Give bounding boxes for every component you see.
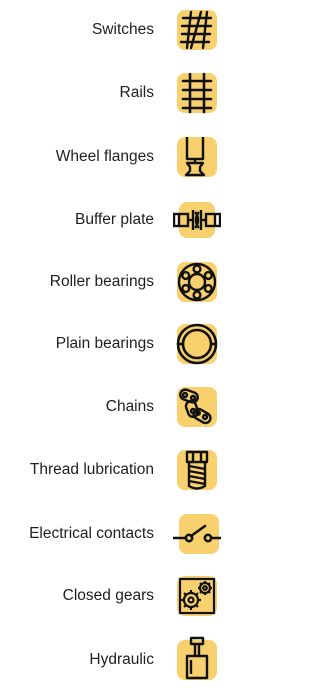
list-item-switches[interactable]: Switches bbox=[0, 6, 250, 54]
chain-icon bbox=[173, 383, 221, 431]
gearbox-icon bbox=[173, 572, 221, 620]
list-item-closed-gears[interactable]: Closed gears bbox=[0, 572, 250, 620]
item-label: Thread lubrication bbox=[29, 461, 154, 478]
item-label: Chains bbox=[105, 398, 154, 415]
item-label: Rails bbox=[119, 84, 154, 101]
list-item-plain-bearings[interactable]: Plain bearings bbox=[0, 320, 250, 368]
buffer-plate-icon bbox=[173, 196, 221, 244]
item-label: Hydraulic bbox=[89, 651, 154, 668]
item-label: Electrical contacts bbox=[29, 525, 154, 542]
hydraulic-cylinder-icon bbox=[173, 636, 221, 684]
roller-bearing-icon bbox=[173, 258, 221, 306]
item-label: Buffer plate bbox=[75, 211, 154, 228]
item-label: Closed gears bbox=[62, 587, 154, 604]
electrical-switch-icon bbox=[173, 510, 221, 558]
list-item-rails[interactable]: Rails bbox=[0, 69, 250, 117]
item-label: Switches bbox=[91, 21, 154, 38]
item-label: Plain bearings bbox=[55, 335, 154, 352]
list-item-roller-bearings[interactable]: Roller bearings bbox=[0, 258, 250, 306]
list-item-chains[interactable]: Chains bbox=[0, 383, 250, 431]
list-item-electrical-contacts[interactable]: Electrical contacts bbox=[0, 510, 250, 558]
bolt-thread-icon bbox=[173, 446, 221, 494]
plain-bearing-icon bbox=[173, 320, 221, 368]
switches-icon bbox=[173, 6, 221, 54]
list-item-thread-lubrication[interactable]: Thread lubrication bbox=[0, 446, 250, 494]
item-label: Roller bearings bbox=[49, 273, 154, 290]
list-item-wheel-flanges[interactable]: Wheel flanges bbox=[0, 133, 250, 181]
wheel-flange-icon bbox=[173, 133, 221, 181]
item-label: Wheel flanges bbox=[55, 148, 154, 165]
rails-icon bbox=[173, 69, 221, 117]
list-item-buffer-plate[interactable]: Buffer plate bbox=[0, 196, 250, 244]
list-item-hydraulic[interactable]: Hydraulic bbox=[0, 636, 250, 684]
